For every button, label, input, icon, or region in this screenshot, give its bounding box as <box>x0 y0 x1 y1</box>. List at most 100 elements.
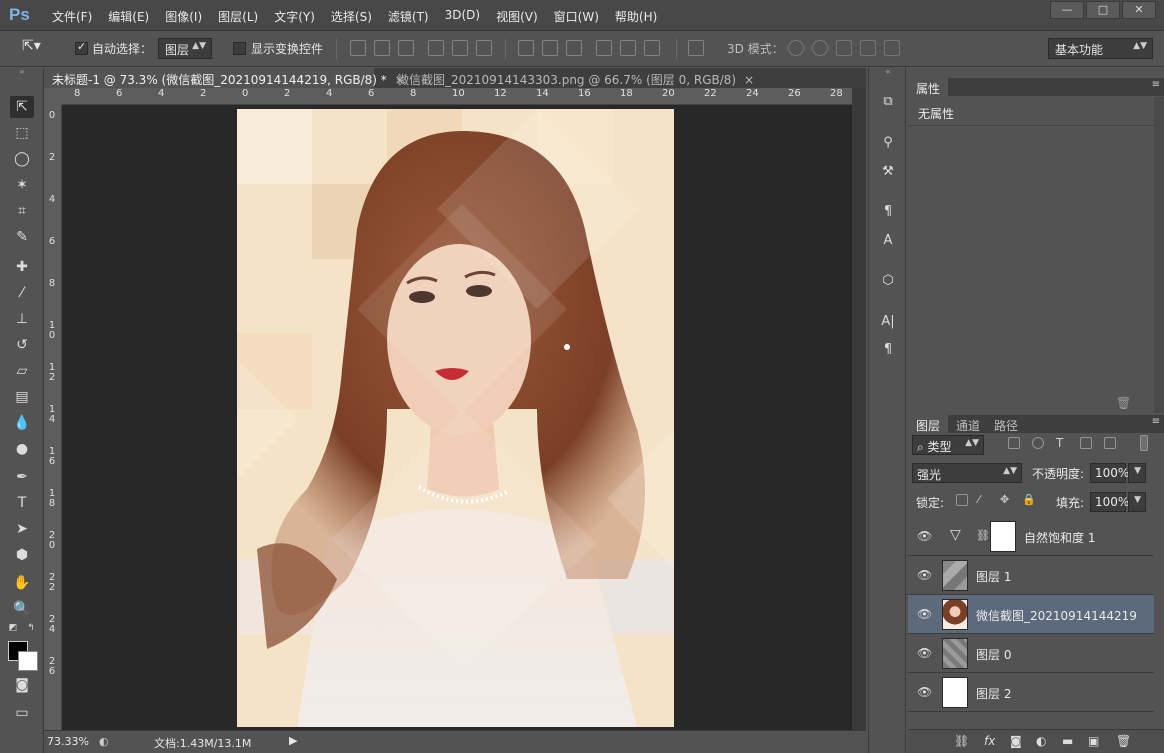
blur-tool-icon[interactable]: 💧 <box>10 412 34 434</box>
eyedropper-tool-icon[interactable]: ✎ <box>10 226 34 248</box>
layer-style-icon[interactable]: fx <box>984 734 995 748</box>
distribute-top-icon[interactable] <box>518 40 534 56</box>
filter-type-icon[interactable]: T <box>1056 437 1068 449</box>
add-mask-icon[interactable]: ◙ <box>1010 734 1022 748</box>
lasso-tool-icon[interactable]: ◯ <box>10 148 34 170</box>
visibility-eye-icon[interactable]: 👁 <box>917 646 932 660</box>
gradient-tool-icon[interactable]: ▤ <box>10 386 34 408</box>
close-button[interactable]: ✕ <box>1122 1 1156 19</box>
menu-type[interactable]: 文字(Y) <box>266 8 323 25</box>
layer-row-layer2[interactable]: 👁 图层 2 <box>908 673 1154 712</box>
fill-slider-toggle[interactable]: ▼ <box>1128 492 1146 512</box>
new-adjustment-icon[interactable]: ◐ <box>1036 734 1046 748</box>
tab-paths[interactable]: 路径 <box>986 415 1026 433</box>
filter-toggle-icon[interactable] <box>1140 435 1148 451</box>
move-tool-icon[interactable]: ⇱ <box>10 96 34 118</box>
align-left-icon[interactable] <box>428 40 444 56</box>
layer-row-layer0[interactable]: 👁 图层 0 <box>908 634 1154 673</box>
tab-document-screenshot[interactable]: 微信截图_20210914143303.png @ 66.7% (图层 0, R… <box>389 68 754 88</box>
link-layers-icon[interactable]: ⛓ <box>954 734 969 748</box>
distribute-bottom-icon[interactable] <box>566 40 582 56</box>
link-chain-icon[interactable]: ⛓ <box>976 529 990 542</box>
document-canvas[interactable] <box>237 109 674 727</box>
lock-pixels-icon[interactable]: ⁄ <box>978 494 990 506</box>
layer-name[interactable]: 图层 2 <box>976 685 1011 702</box>
menu-help[interactable]: 帮助(H) <box>607 8 665 25</box>
magic-wand-tool-icon[interactable]: ✶ <box>10 174 34 196</box>
quick-mask-icon[interactable]: ◙ <box>10 674 34 696</box>
visibility-eye-icon[interactable]: 👁 <box>917 568 932 582</box>
canvas-vertical-scrollbar[interactable] <box>852 88 866 730</box>
minimize-button[interactable]: — <box>1050 1 1084 19</box>
canvas-area[interactable] <box>62 105 852 730</box>
brush-tool-icon[interactable]: ⁄ <box>10 282 34 304</box>
3d-scale-icon[interactable] <box>884 40 900 56</box>
filter-adjustment-icon[interactable] <box>1032 437 1044 449</box>
hand-tool-icon[interactable]: ✋ <box>10 572 34 594</box>
move-tool-preset-icon[interactable]: ⇱▾ <box>22 38 41 54</box>
menu-edit[interactable]: 编辑(E) <box>100 8 157 25</box>
tab-channels[interactable]: 通道 <box>948 415 988 433</box>
dock-collapse-icon[interactable]: « <box>879 67 897 77</box>
lock-all-icon[interactable]: 🔒 <box>1022 494 1036 506</box>
paragraph-panel-icon[interactable]: ¶ <box>879 341 897 359</box>
menu-layer[interactable]: 图层(L) <box>210 8 266 25</box>
menu-view[interactable]: 视图(V) <box>488 8 546 25</box>
tab-properties[interactable]: 属性 <box>908 78 949 96</box>
align-hcenter-icon[interactable] <box>452 40 468 56</box>
maximize-button[interactable]: □ <box>1086 1 1120 19</box>
layer-filter-dropdown[interactable]: ⌕ 类型 ▲▼ <box>912 435 984 455</box>
close-tab-icon[interactable]: × <box>744 73 754 87</box>
auto-select-checkbox[interactable] <box>75 40 88 55</box>
menu-image[interactable]: 图像(I) <box>157 8 210 25</box>
lock-transparency-icon[interactable] <box>956 494 968 506</box>
zoom-tool-icon[interactable]: 🔍 <box>10 598 34 620</box>
dodge-tool-icon[interactable]: ● <box>10 438 34 460</box>
layer-thumbnail[interactable] <box>942 638 968 669</box>
auto-align-icon[interactable] <box>688 40 704 56</box>
align-bottom-icon[interactable] <box>398 40 414 56</box>
filter-shape-icon[interactable] <box>1080 437 1092 449</box>
screen-mode-icon[interactable]: ▭ <box>10 702 34 724</box>
layer-row-layer1[interactable]: 👁 图层 1 <box>908 556 1154 595</box>
type-tool-icon[interactable]: T <box>10 492 34 514</box>
horizontal-ruler[interactable]: 8 6 4 2 0 2 4 6 8 10 12 14 16 18 20 22 24 26 28 <box>62 88 852 105</box>
tab-document-untitled[interactable]: 未标题-1 @ 73.3% (微信截图_20210914144219, RGB/… <box>44 68 405 88</box>
distribute-left-icon[interactable] <box>596 40 612 56</box>
3d-pan-icon[interactable] <box>836 40 852 56</box>
history-brush-tool-icon[interactable]: ↺ <box>10 334 34 356</box>
zoom-level[interactable]: 73.33% <box>47 735 89 748</box>
align-right-icon[interactable] <box>476 40 492 56</box>
fill-input[interactable]: 100% <box>1090 492 1129 512</box>
paragraph-styles-icon[interactable]: ¶ <box>879 203 897 221</box>
tab-layers[interactable]: 图层 <box>908 415 949 433</box>
healing-brush-tool-icon[interactable]: ✚ <box>10 256 34 278</box>
panel-menu-icon[interactable]: ≡ <box>1152 79 1160 90</box>
status-menu-arrow-icon[interactable]: ▶ <box>289 734 297 747</box>
menu-select[interactable]: 选择(S) <box>323 8 380 25</box>
3d-slide-icon[interactable] <box>860 40 876 56</box>
visibility-eye-icon[interactable]: 👁 <box>917 529 932 543</box>
character-styles-icon[interactable]: A <box>879 232 897 250</box>
3d-roll-icon[interactable] <box>812 40 828 56</box>
trash-icon[interactable]: 🗑 <box>1116 396 1131 410</box>
properties-scrollbar[interactable] <box>1154 97 1164 413</box>
panel-menu-icon[interactable]: ≡ <box>1152 416 1160 427</box>
layer-name[interactable]: 图层 0 <box>976 646 1011 663</box>
blend-mode-dropdown[interactable]: 强光 ▲▼ <box>912 463 1022 483</box>
menu-window[interactable]: 窗口(W) <box>546 8 607 25</box>
layer-name[interactable]: 自然饱和度 1 <box>1024 529 1095 546</box>
3d-rotate-icon[interactable] <box>788 40 804 56</box>
clone-stamp-tool-icon[interactable]: ⊥ <box>10 308 34 330</box>
distribute-vcenter-icon[interactable] <box>542 40 558 56</box>
vertical-ruler[interactable]: 0 2 4 6 8 1 0 1 2 1 4 1 6 1 8 2 0 2 2 2 4 2 6 <box>44 105 62 730</box>
distribute-right-icon[interactable] <box>644 40 660 56</box>
tool-presets-icon[interactable]: ⚒ <box>879 163 897 181</box>
history-panel-icon[interactable]: ⧉ <box>879 93 897 111</box>
align-top-icon[interactable] <box>350 40 366 56</box>
3d-panel-icon[interactable]: ⬡ <box>879 272 897 290</box>
layer-mask-thumbnail[interactable] <box>990 521 1016 552</box>
marquee-tool-icon[interactable]: ⬚ <box>10 122 34 144</box>
pen-tool-icon[interactable]: ✒ <box>10 466 34 488</box>
path-selection-tool-icon[interactable]: ➤ <box>10 518 34 540</box>
